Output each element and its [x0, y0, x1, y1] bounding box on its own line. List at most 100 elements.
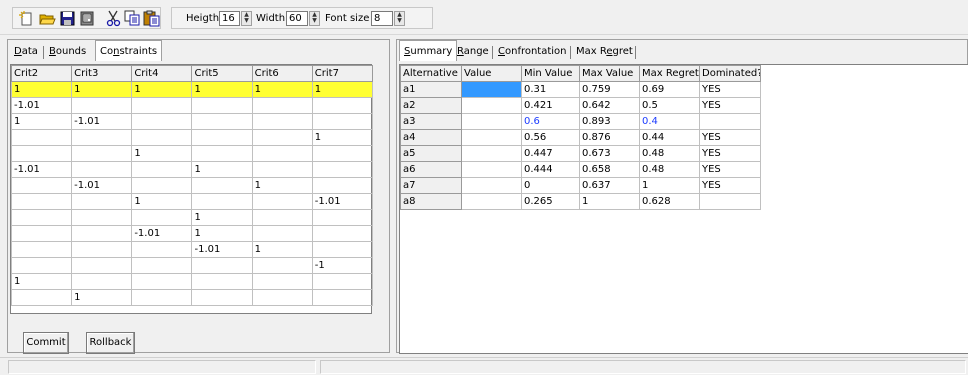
table-cell[interactable]: [251, 145, 313, 162]
table-cell[interactable]: [71, 161, 133, 178]
row-header[interactable]: a3: [400, 113, 462, 130]
table-cell[interactable]: [461, 193, 522, 210]
table-cell[interactable]: 0.5: [639, 97, 700, 114]
summary-grid[interactable]: Alternative Value Min Value Max Value Max Re…: [399, 64, 968, 354]
table-cell[interactable]: YES: [699, 81, 761, 98]
table-cell[interactable]: 0.48: [639, 161, 700, 178]
table-cell[interactable]: [191, 129, 253, 146]
table-cell[interactable]: [10, 289, 73, 306]
table-cell[interactable]: 1: [131, 81, 193, 98]
table-cell[interactable]: [311, 241, 374, 258]
table-cell[interactable]: [131, 177, 193, 194]
column-header[interactable]: Max Regret: [639, 65, 700, 82]
open-icon[interactable]: [38, 9, 57, 28]
table-cell[interactable]: 0.44: [639, 129, 700, 146]
table-cell[interactable]: 1: [311, 81, 374, 98]
table-cell[interactable]: [191, 193, 253, 210]
table-row[interactable]: 1: [10, 289, 374, 306]
table-cell[interactable]: 1: [579, 193, 640, 210]
table-cell[interactable]: YES: [699, 177, 761, 194]
table-cell[interactable]: YES: [699, 97, 761, 114]
column-header[interactable]: Value: [461, 65, 522, 82]
table-row[interactable]: a6 0.444 0.658 0.48 YES: [400, 161, 761, 178]
table-cell[interactable]: [311, 97, 374, 114]
table-cell[interactable]: [191, 257, 253, 274]
table-cell[interactable]: 0.56: [521, 129, 580, 146]
tab-summary[interactable]: Summary: [399, 40, 458, 61]
table-row[interactable]: -1.01 1: [10, 225, 374, 242]
table-cell[interactable]: [10, 225, 73, 242]
table-cell[interactable]: -1.01: [311, 193, 374, 210]
table-cell[interactable]: [461, 161, 522, 178]
table-cell[interactable]: 0.31: [521, 81, 580, 98]
table-cell[interactable]: [311, 225, 374, 242]
table-cell[interactable]: [311, 145, 374, 162]
table-row[interactable]: a7 0 0.637 1 YES: [400, 177, 761, 194]
table-cell[interactable]: [251, 193, 313, 210]
table-cell[interactable]: 1: [191, 209, 253, 226]
table-row[interactable]: -1.01 1: [10, 177, 374, 194]
cut-icon[interactable]: [104, 9, 123, 28]
table-cell[interactable]: [311, 273, 374, 290]
table-cell[interactable]: [131, 129, 193, 146]
table-cell[interactable]: [191, 273, 253, 290]
table-cell[interactable]: [10, 193, 73, 210]
table-cell[interactable]: [10, 145, 73, 162]
table-cell[interactable]: [251, 209, 313, 226]
table-cell[interactable]: [311, 161, 374, 178]
row-header[interactable]: a6: [400, 161, 462, 178]
table-row[interactable]: 111111: [10, 81, 374, 98]
tab-bounds[interactable]: Bounds: [45, 42, 90, 61]
copy-document-icon[interactable]: [78, 9, 97, 28]
table-cell[interactable]: [191, 177, 253, 194]
table-cell[interactable]: [251, 161, 313, 178]
table-cell[interactable]: [251, 113, 313, 130]
table-cell[interactable]: YES: [699, 145, 761, 162]
column-header[interactable]: Min Value: [521, 65, 580, 82]
row-header[interactable]: a5: [400, 145, 462, 162]
table-cell[interactable]: 0.876: [579, 129, 640, 146]
table-row[interactable]: a5 0.447 0.673 0.48 YES: [400, 145, 761, 162]
table-cell[interactable]: 0.658: [579, 161, 640, 178]
table-cell[interactable]: 1: [10, 273, 73, 290]
table-cell[interactable]: [10, 129, 73, 146]
tab-range[interactable]: Range: [453, 42, 493, 61]
font-size-input[interactable]: 8: [371, 11, 393, 26]
table-cell[interactable]: -1.01: [71, 177, 133, 194]
table-cell[interactable]: [461, 97, 522, 114]
table-cell[interactable]: [461, 81, 522, 98]
table-cell[interactable]: [131, 257, 193, 274]
table-cell[interactable]: [191, 145, 253, 162]
save-icon[interactable]: [58, 9, 77, 28]
table-cell[interactable]: [699, 113, 761, 130]
table-cell[interactable]: 0.4: [639, 113, 700, 130]
table-cell[interactable]: -1.01: [10, 161, 73, 178]
commit-button[interactable]: Commit: [23, 332, 69, 354]
table-row[interactable]: -1.01 1: [10, 241, 374, 258]
table-cell[interactable]: [461, 113, 522, 130]
width-input[interactable]: 60: [286, 11, 308, 26]
table-cell[interactable]: 0.444: [521, 161, 580, 178]
table-cell[interactable]: [10, 209, 73, 226]
table-cell[interactable]: [71, 97, 133, 114]
table-row[interactable]: a1 0.31 0.759 0.69 YES: [400, 81, 761, 98]
table-row[interactable]: 1: [10, 209, 374, 226]
table-cell[interactable]: [699, 193, 761, 210]
table-cell[interactable]: 1: [10, 81, 73, 98]
table-cell[interactable]: [251, 225, 313, 242]
table-row[interactable]: a2 0.421 0.642 0.5 YES: [400, 97, 761, 114]
table-cell[interactable]: [311, 113, 374, 130]
column-header[interactable]: Crit7: [311, 65, 374, 82]
column-header[interactable]: Alternative: [400, 65, 462, 82]
width-spinner[interactable]: ▲ ▼: [309, 11, 320, 26]
table-cell[interactable]: 0.642: [579, 97, 640, 114]
column-header[interactable]: Crit3: [71, 65, 133, 82]
tab-confrontation[interactable]: Confrontation: [494, 42, 571, 61]
table-cell[interactable]: -1.01: [191, 241, 253, 258]
table-row[interactable]: -1.01 1: [10, 161, 374, 178]
table-cell[interactable]: [251, 289, 313, 306]
table-cell[interactable]: [311, 289, 374, 306]
table-cell[interactable]: [131, 113, 193, 130]
table-row[interactable]: 1: [10, 129, 374, 146]
row-header[interactable]: a2: [400, 97, 462, 114]
